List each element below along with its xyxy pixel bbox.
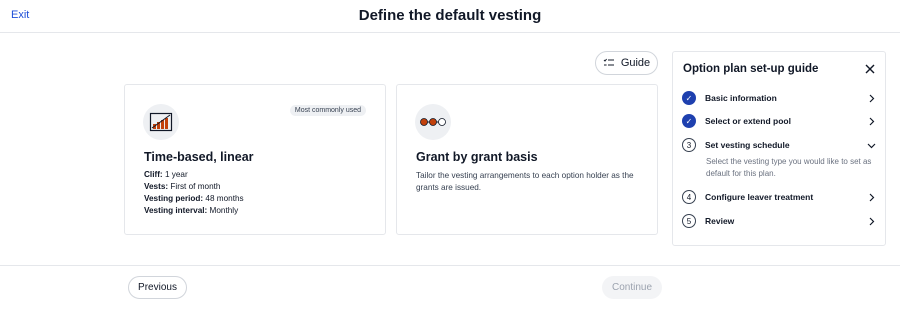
step-label: Basic information bbox=[705, 93, 777, 103]
check-icon: ✓ bbox=[682, 114, 696, 128]
step-review[interactable]: 5 Review bbox=[682, 213, 876, 229]
card-title: Time-based, linear bbox=[144, 150, 254, 164]
detail-vests: Vests: First of month bbox=[144, 182, 221, 191]
linear-chart-icon bbox=[143, 104, 179, 140]
step-label: Set vesting schedule bbox=[705, 140, 790, 150]
footer-divider bbox=[0, 265, 900, 266]
step-label: Select or extend pool bbox=[705, 116, 791, 126]
step-set-vesting-schedule[interactable]: 3 Set vesting schedule bbox=[682, 137, 876, 153]
grant-dots-icon bbox=[415, 104, 451, 140]
most-used-badge: Most commonly used bbox=[289, 105, 366, 116]
chevron-down-icon bbox=[867, 143, 876, 148]
step-select-or-extend-pool[interactable]: ✓ Select or extend pool bbox=[682, 113, 876, 129]
chevron-right-icon bbox=[869, 217, 875, 225]
detail-cliff: Cliff: 1 year bbox=[144, 170, 188, 179]
card-description: Tailor the vesting arrangements to each … bbox=[416, 171, 634, 192]
step-number: 5 bbox=[682, 214, 696, 228]
detail-vesting-interval: Vesting interval: Monthly bbox=[144, 206, 239, 215]
chevron-right-icon bbox=[869, 117, 875, 125]
vesting-option-grant-by-grant[interactable]: Grant by grant basis Tailor the vesting … bbox=[396, 84, 658, 235]
detail-vesting-period: Vesting period: 48 months bbox=[144, 194, 244, 203]
step-number: 3 bbox=[682, 138, 696, 152]
step-number: 4 bbox=[682, 190, 696, 204]
check-icon: ✓ bbox=[682, 91, 696, 105]
step-basic-information[interactable]: ✓ Basic information bbox=[682, 90, 876, 106]
previous-button[interactable]: Previous bbox=[128, 276, 187, 299]
guide-button[interactable]: Guide bbox=[595, 51, 658, 75]
continue-button[interactable]: Continue bbox=[602, 276, 662, 299]
top-bar: Exit Define the default vesting bbox=[0, 0, 900, 33]
checklist-icon bbox=[603, 58, 614, 66]
step-label: Configure leaver treatment bbox=[705, 192, 814, 202]
page-title: Define the default vesting bbox=[358, 7, 542, 24]
panel-title: Option plan set-up guide bbox=[683, 63, 819, 75]
card-title: Grant by grant basis bbox=[416, 150, 538, 164]
step-label: Review bbox=[705, 216, 735, 226]
vesting-option-time-based[interactable]: Most commonly used Time-based, linear Cl… bbox=[124, 84, 386, 235]
chevron-right-icon bbox=[869, 94, 875, 102]
step-description: Select the vesting type you would like t… bbox=[706, 157, 872, 178]
chevron-right-icon bbox=[869, 193, 875, 201]
setup-guide-panel: Option plan set-up guide ✓ Basic informa… bbox=[672, 51, 886, 246]
step-configure-leaver-treatment[interactable]: 4 Configure leaver treatment bbox=[682, 189, 876, 205]
vesting-details: Cliff: 1 year Vests: First of month Vest… bbox=[144, 169, 244, 217]
close-icon[interactable] bbox=[864, 63, 876, 75]
guide-button-label: Guide bbox=[620, 57, 651, 69]
